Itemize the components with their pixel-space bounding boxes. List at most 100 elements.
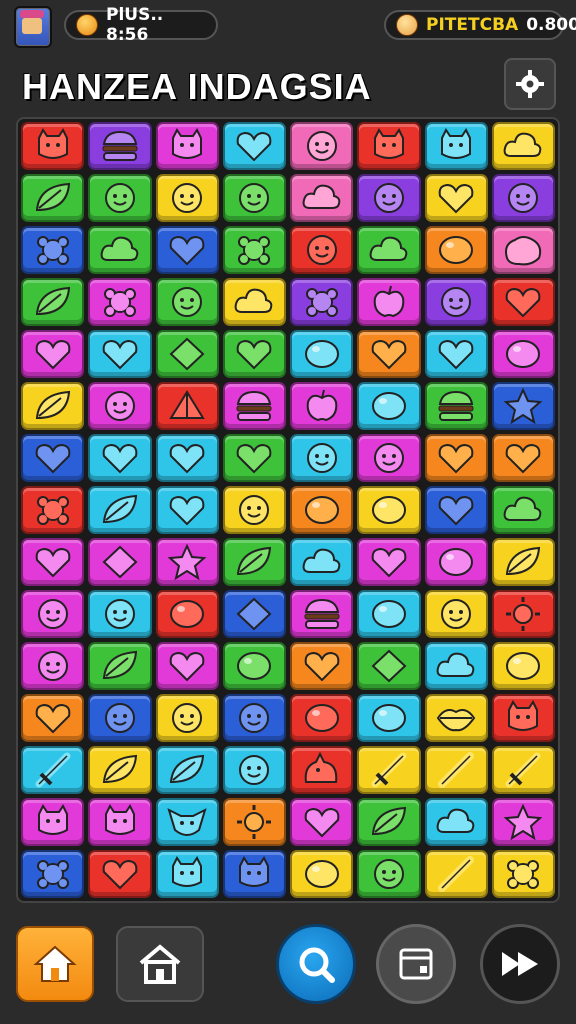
tile-green-leaf[interactable] [88, 642, 152, 690]
tile-cyan-drop[interactable] [357, 694, 421, 742]
tile-magenta-flower[interactable] [88, 278, 152, 326]
tile-blue-face[interactable] [88, 694, 152, 742]
tile-yellow-sword[interactable] [357, 746, 421, 794]
tile-purple-face[interactable] [357, 174, 421, 222]
tile-magenta-burger[interactable] [290, 590, 354, 638]
tile-yellow-pencil[interactable] [424, 850, 488, 898]
tile-green-flower[interactable] [222, 226, 286, 274]
tile-cyan-face[interactable] [222, 746, 286, 794]
tile-magenta-apple[interactable] [290, 382, 354, 430]
tile-yellow-lips[interactable] [424, 694, 488, 742]
tile-magenta-cat[interactable] [155, 122, 219, 170]
tile-cyan-heart[interactable] [88, 330, 152, 378]
tile-blue-diamond[interactable] [222, 590, 286, 638]
tile-magenta-apple[interactable] [357, 278, 421, 326]
tile-green-burger[interactable] [424, 382, 488, 430]
tile-cyan-heart[interactable] [155, 486, 219, 534]
tile-yellow-drop[interactable] [290, 850, 354, 898]
tile-yellow-cloud[interactable] [491, 122, 555, 170]
tile-yellow-leaf[interactable] [88, 746, 152, 794]
tile-magenta-star[interactable] [491, 798, 555, 846]
tile-blue-heart[interactable] [424, 486, 488, 534]
tile-pink-face[interactable] [290, 122, 354, 170]
tile-yellow-leaf[interactable] [21, 382, 85, 430]
tile-green-heart[interactable] [222, 330, 286, 378]
tile-yellow-drop[interactable] [491, 642, 555, 690]
tile-red-face[interactable] [290, 226, 354, 274]
tile-cyan-drop[interactable] [357, 590, 421, 638]
tile-cyan-sword[interactable] [21, 746, 85, 794]
shop-button[interactable] [116, 926, 204, 1002]
fast-forward-button[interactable] [480, 924, 560, 1004]
tile-green-face[interactable] [155, 278, 219, 326]
tile-green-leaf[interactable] [21, 174, 85, 222]
calendar-button[interactable] [376, 924, 456, 1004]
tile-green-leaf[interactable] [21, 278, 85, 326]
tile-green-cloud[interactable] [357, 226, 421, 274]
tile-cyan-cloud[interactable] [290, 538, 354, 586]
tile-green-diamond[interactable] [357, 642, 421, 690]
tile-cyan-fox[interactable] [155, 798, 219, 846]
tile-red-sun[interactable] [491, 590, 555, 638]
tile-cyan-heart[interactable] [222, 122, 286, 170]
tile-orange-heart[interactable] [491, 434, 555, 482]
tile-yellow-drop[interactable] [357, 486, 421, 534]
home-button[interactable] [16, 926, 94, 1002]
tile-magenta-cat[interactable] [88, 798, 152, 846]
tile-yellow-heart[interactable] [424, 174, 488, 222]
tile-green-face[interactable] [357, 850, 421, 898]
tile-yellow-leaf[interactable] [491, 538, 555, 586]
tile-magenta-heart[interactable] [21, 538, 85, 586]
tile-blue-heart[interactable] [155, 226, 219, 274]
tile-magenta-face[interactable] [21, 642, 85, 690]
tile-magenta-drop[interactable] [491, 330, 555, 378]
tile-red-heart[interactable] [491, 278, 555, 326]
tile-magenta-heart[interactable] [290, 798, 354, 846]
tile-cyan-face[interactable] [290, 434, 354, 482]
tile-green-drop[interactable] [222, 642, 286, 690]
tile-magenta-face[interactable] [21, 590, 85, 638]
tile-red-cat[interactable] [491, 694, 555, 742]
search-button[interactable] [276, 924, 356, 1004]
tile-yellow-cloud[interactable] [222, 278, 286, 326]
tile-blue-flower[interactable] [21, 226, 85, 274]
tile-purple-burger[interactable] [88, 122, 152, 170]
tile-magenta-diamond[interactable] [88, 538, 152, 586]
tile-yellow-flower[interactable] [491, 850, 555, 898]
tile-magenta-star[interactable] [155, 538, 219, 586]
tile-cyan-heart[interactable] [155, 434, 219, 482]
tile-green-heart[interactable] [222, 434, 286, 482]
tile-green-leaf[interactable] [222, 538, 286, 586]
tile-orange-heart[interactable] [357, 330, 421, 378]
tile-purple-face[interactable] [491, 174, 555, 222]
tile-cyan-leaf[interactable] [88, 486, 152, 534]
tile-pink-cloud[interactable] [290, 174, 354, 222]
tile-yellow-face[interactable] [424, 590, 488, 638]
tile-red-drop[interactable] [290, 694, 354, 742]
tile-red-flower[interactable] [21, 486, 85, 534]
tile-green-leaf[interactable] [357, 798, 421, 846]
tile-magenta-face[interactable] [88, 382, 152, 430]
tile-cyan-cloud[interactable] [424, 798, 488, 846]
tile-orange-heart[interactable] [290, 642, 354, 690]
tile-cyan-cat[interactable] [424, 122, 488, 170]
settings-button[interactable] [504, 58, 556, 110]
tile-green-face[interactable] [88, 174, 152, 222]
tile-blue-face[interactable] [222, 694, 286, 742]
tile-yellow-face[interactable] [222, 486, 286, 534]
tile-orange-drop[interactable] [290, 486, 354, 534]
tile-yellow-face[interactable] [155, 174, 219, 222]
tile-red-heart[interactable] [88, 850, 152, 898]
tile-cyan-face[interactable] [88, 590, 152, 638]
tile-magenta-heart[interactable] [21, 330, 85, 378]
tile-purple-face[interactable] [424, 278, 488, 326]
tile-magenta-heart[interactable] [155, 642, 219, 690]
tile-orange-drop[interactable] [424, 226, 488, 274]
tile-red-drop[interactable] [155, 590, 219, 638]
tile-cyan-leaf[interactable] [155, 746, 219, 794]
tile-yellow-sword[interactable] [491, 746, 555, 794]
tile-red-cat[interactable] [21, 122, 85, 170]
tile-orange-sun[interactable] [222, 798, 286, 846]
tile-yellow-pencil[interactable] [424, 746, 488, 794]
tile-cyan-cat[interactable] [155, 850, 219, 898]
